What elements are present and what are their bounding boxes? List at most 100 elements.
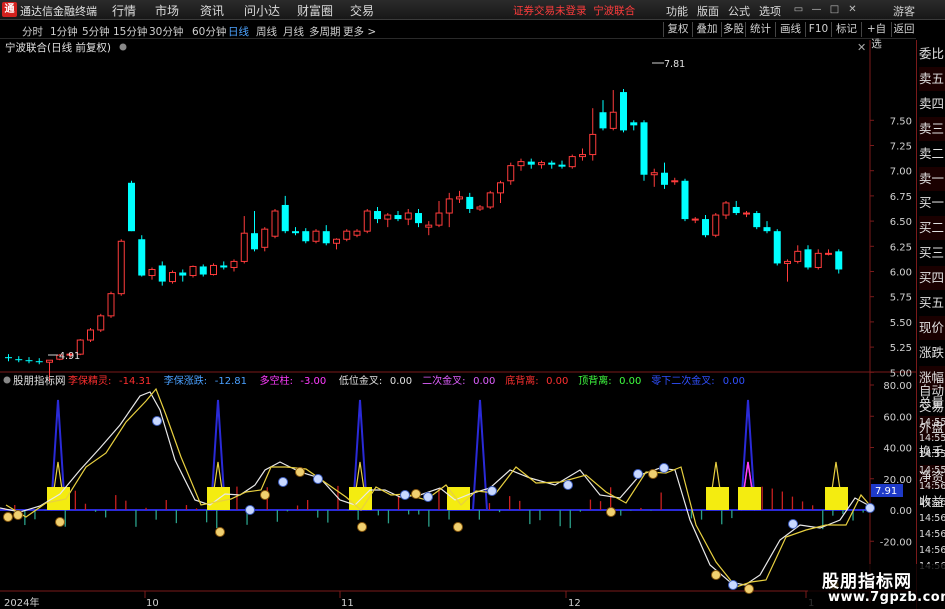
date-label-11: 11 bbox=[341, 598, 354, 609]
candle-body-down bbox=[630, 122, 638, 126]
money-bag-icon bbox=[711, 570, 721, 580]
quote-item-9[interactable]: 买四 bbox=[919, 266, 945, 291]
histogram-bars bbox=[4, 485, 864, 530]
period-tab-5[interactable]: 60分钟 bbox=[192, 24, 226, 39]
login-status[interactable]: 证券交易未登录 宁波联合 bbox=[513, 3, 635, 18]
toolbar-zixuan[interactable]: +自选 bbox=[861, 22, 891, 50]
period-tab-7[interactable]: 周线 bbox=[256, 24, 277, 39]
histogram-bar bbox=[509, 496, 511, 510]
candle-body-up bbox=[722, 202, 730, 216]
toolbar-fuquan[interactable]: 复权 bbox=[663, 22, 692, 37]
candle-body-up bbox=[425, 224, 433, 228]
menu-jiaoyi[interactable]: 交易 bbox=[350, 2, 374, 19]
period-tab-0[interactable]: 分时 bbox=[22, 24, 43, 39]
close-panel-icon[interactable]: ✕ bbox=[857, 41, 866, 54]
candle-body-up bbox=[189, 265, 197, 277]
menu-banmian[interactable]: 版面 bbox=[697, 3, 719, 19]
menu-shichang[interactable]: 市场 bbox=[155, 2, 179, 19]
ind-tick-label: 0.00 bbox=[890, 506, 912, 517]
blue-spike bbox=[472, 399, 488, 511]
period-tab-3[interactable]: 15分钟 bbox=[113, 24, 147, 39]
money-bag-icon bbox=[744, 584, 754, 594]
candle-body-up bbox=[589, 133, 597, 156]
menu-gongneng[interactable]: 功能 bbox=[666, 3, 688, 19]
face-icon bbox=[152, 416, 162, 426]
price-tick-label: 6.25 bbox=[890, 242, 912, 253]
guest-account[interactable]: 游客 bbox=[893, 3, 915, 19]
period-tab-1[interactable]: 1分钟 bbox=[50, 24, 78, 39]
candle-body-up bbox=[507, 165, 515, 182]
quote-item-8[interactable]: 买三 bbox=[919, 241, 945, 265]
toolbar-fanhui[interactable]: 返回 bbox=[891, 22, 916, 37]
histogram-bar bbox=[640, 507, 642, 510]
candle-body-up bbox=[271, 210, 279, 237]
menu-caifuquan[interactable]: 财富圈 bbox=[297, 2, 333, 19]
toolbar-tongji[interactable]: 统计 bbox=[745, 22, 775, 37]
histogram-bar bbox=[165, 500, 167, 510]
face-icon bbox=[423, 492, 433, 502]
side-bottom-0[interactable]: 自动 bbox=[919, 383, 945, 399]
candle-body-down bbox=[394, 215, 402, 220]
title-bar: 通 通达信金融终端 行情 市场 资讯 问小达 财富圈 交易 证券交易未登录 宁波… bbox=[0, 0, 945, 20]
period-tab-4[interactable]: 30分钟 bbox=[149, 24, 183, 39]
maximize-icon[interactable]: □ bbox=[828, 3, 841, 16]
quote-item-4[interactable]: 卖二 bbox=[919, 142, 945, 166]
quote-item-5[interactable]: 卖一 bbox=[919, 166, 945, 191]
date-axis: 2024年 10 11 12 1 bbox=[4, 591, 814, 609]
menu-xuanxiang[interactable]: 选项 bbox=[759, 3, 781, 19]
face-icon bbox=[728, 580, 738, 590]
quote-item-6[interactable]: 买一 bbox=[919, 191, 945, 215]
close-icon[interactable]: ✕ bbox=[846, 3, 859, 16]
toolbar-diejia[interactable]: 叠加 bbox=[692, 22, 721, 37]
side-bottom-1[interactable]: 交易 bbox=[919, 399, 945, 415]
money-bag-icon bbox=[55, 517, 65, 527]
menu-wenxiaoda[interactable]: 问小达 bbox=[244, 2, 280, 19]
menu-hangqing[interactable]: 行情 bbox=[112, 2, 136, 19]
histogram-bar bbox=[195, 508, 198, 510]
toolbar-f10[interactable]: F10 bbox=[805, 22, 831, 37]
price-tick-label: 7.25 bbox=[890, 142, 912, 153]
period-tab-6[interactable]: 日线 bbox=[228, 24, 249, 39]
chart-settings-icon[interactable] bbox=[119, 43, 127, 51]
period-tab-8[interactable]: 月线 bbox=[283, 24, 304, 39]
price-panel: 宁波联合(日线 前复权) ✕ 7.50 7.25 7.00 6.75 6.50 6.25 6… bbox=[0, 40, 916, 603]
toolbar-biaoji[interactable]: 标记 bbox=[831, 22, 861, 37]
period-tab-10[interactable]: 更多 > bbox=[343, 24, 376, 39]
price-tick-label: 7.50 bbox=[890, 116, 912, 127]
quote-item-10[interactable]: 买五 bbox=[919, 291, 945, 315]
histogram-bar bbox=[206, 510, 208, 523]
candle-body-up bbox=[671, 180, 679, 183]
indicator-panel: 股朋指标网 李保精灵: -14.31 李保涨跌: -12.81 多空柱: -3.00 低位金… bbox=[0, 374, 912, 594]
candle-body-down bbox=[322, 231, 330, 244]
face-icon bbox=[659, 463, 669, 473]
indicator-legend: 李保精灵: -14.31 李保涨跌: -12.81 多空柱: -3.00 低位金叉: 0.00… bbox=[68, 374, 745, 387]
histogram-bar bbox=[771, 488, 773, 510]
period-tab-9[interactable]: 多周期 bbox=[309, 24, 341, 39]
menu-zixun[interactable]: 资讯 bbox=[200, 2, 224, 19]
quote-item-1[interactable]: 卖五 bbox=[919, 66, 945, 91]
quote-item-3[interactable]: 卖三 bbox=[919, 116, 945, 141]
money-bag-icon bbox=[295, 467, 305, 477]
indicator-settings-icon[interactable] bbox=[3, 376, 11, 384]
quote-item-0[interactable]: 委比 bbox=[919, 42, 945, 66]
candle-body-down bbox=[763, 227, 771, 232]
quote-item-2[interactable]: 卖四 bbox=[919, 92, 945, 116]
histogram-bar bbox=[24, 510, 26, 526]
side-bottom-4: 14:55 bbox=[919, 449, 945, 460]
price-tick-label: 5.00 bbox=[890, 368, 912, 379]
candle-body-down bbox=[199, 266, 207, 275]
kline-chart[interactable]: 宁波联合(日线 前复权) ✕ 7.50 7.25 7.00 6.75 6.50 6.25 6… bbox=[0, 40, 916, 609]
toolbar-duogu[interactable]: 多股 bbox=[721, 22, 745, 37]
period-tab-2[interactable]: 5分钟 bbox=[82, 24, 110, 39]
toolbar-huaxian[interactable]: 画线 bbox=[775, 22, 805, 37]
menu-gongshi[interactable]: 公式 bbox=[728, 3, 750, 19]
quote-item-7[interactable]: 买二 bbox=[919, 216, 945, 241]
face-icon bbox=[278, 477, 288, 487]
legend-label-2: 多空柱: bbox=[260, 374, 293, 387]
histogram-bar bbox=[700, 510, 703, 520]
quote-item-12[interactable]: 涨跌 bbox=[919, 341, 945, 365]
restore-icon[interactable]: ▭ bbox=[792, 3, 805, 16]
quote-item-11[interactable]: 现价 bbox=[919, 315, 945, 340]
minimize-icon[interactable]: — bbox=[810, 3, 823, 16]
candle-body-up bbox=[794, 250, 802, 262]
